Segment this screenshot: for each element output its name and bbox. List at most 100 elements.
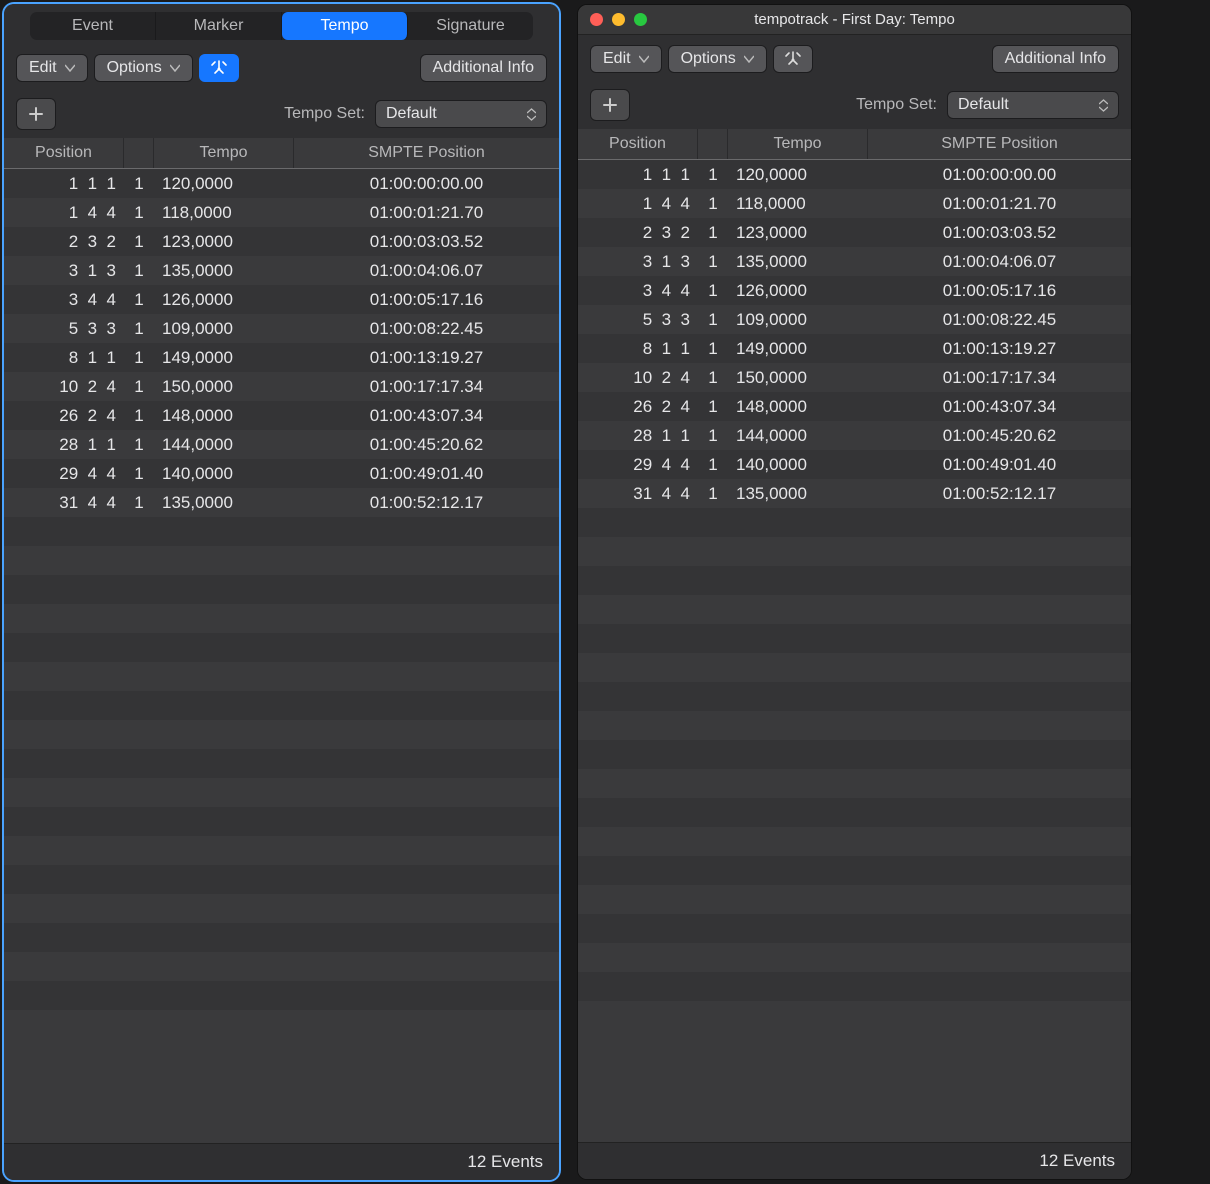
cell-sub[interactable]: 1 bbox=[698, 339, 728, 359]
cell-sub[interactable]: 1 bbox=[698, 455, 728, 475]
cell-position[interactable]: 1 1 1 bbox=[578, 165, 698, 185]
table-row[interactable]: 3 1 31135,000001:00:04:06.07 bbox=[578, 247, 1131, 276]
col-smpte[interactable]: SMPTE Position bbox=[868, 129, 1131, 159]
cell-position[interactable]: 28 1 1 bbox=[578, 426, 698, 446]
cell-smpte[interactable]: 01:00:01:21.70 bbox=[294, 203, 559, 223]
cell-smpte[interactable]: 01:00:43:07.34 bbox=[868, 397, 1131, 417]
tab-signature[interactable]: Signature bbox=[408, 12, 533, 40]
cell-smpte[interactable]: 01:00:00:00.00 bbox=[294, 174, 559, 194]
cell-smpte[interactable]: 01:00:08:22.45 bbox=[294, 319, 559, 339]
cell-sub[interactable]: 1 bbox=[124, 377, 154, 397]
cell-smpte[interactable]: 01:00:04:06.07 bbox=[294, 261, 559, 281]
cell-smpte[interactable]: 01:00:03:03.52 bbox=[294, 232, 559, 252]
cell-smpte[interactable]: 01:00:13:19.27 bbox=[868, 339, 1131, 359]
cell-smpte[interactable]: 01:00:43:07.34 bbox=[294, 406, 559, 426]
cell-tempo[interactable]: 144,0000 bbox=[154, 435, 294, 455]
cell-position[interactable]: 1 4 4 bbox=[4, 203, 124, 223]
table-row[interactable]: 26 2 41148,000001:00:43:07.34 bbox=[578, 392, 1131, 421]
cell-tempo[interactable]: 120,0000 bbox=[728, 165, 868, 185]
cell-smpte[interactable]: 01:00:05:17.16 bbox=[868, 281, 1131, 301]
table-row[interactable]: 3 4 41126,000001:00:05:17.16 bbox=[578, 276, 1131, 305]
cell-position[interactable]: 28 1 1 bbox=[4, 435, 124, 455]
table-row[interactable]: 10 2 41150,000001:00:17:17.34 bbox=[578, 363, 1131, 392]
table-row[interactable]: 1 1 11120,000001:00:00:00.00 bbox=[4, 169, 559, 198]
options-menu-button[interactable]: Options bbox=[94, 54, 193, 82]
tab-tempo[interactable]: Tempo bbox=[282, 12, 408, 40]
cell-tempo[interactable]: 118,0000 bbox=[154, 203, 294, 223]
cell-sub[interactable]: 1 bbox=[698, 310, 728, 330]
cell-position[interactable]: 8 1 1 bbox=[4, 348, 124, 368]
cell-smpte[interactable]: 01:00:45:20.62 bbox=[294, 435, 559, 455]
cell-position[interactable]: 1 1 1 bbox=[4, 174, 124, 194]
cell-sub[interactable]: 1 bbox=[124, 464, 154, 484]
table-row[interactable]: 28 1 11144,000001:00:45:20.62 bbox=[4, 430, 559, 459]
cell-smpte[interactable]: 01:00:13:19.27 bbox=[294, 348, 559, 368]
cell-sub[interactable]: 1 bbox=[698, 165, 728, 185]
col-sub[interactable] bbox=[124, 138, 154, 168]
cell-position[interactable]: 2 3 2 bbox=[4, 232, 124, 252]
cell-position[interactable]: 1 4 4 bbox=[578, 194, 698, 214]
window-titlebar[interactable]: tempotrack - First Day: Tempo bbox=[578, 5, 1131, 35]
cell-position[interactable]: 5 3 3 bbox=[578, 310, 698, 330]
cell-smpte[interactable]: 01:00:52:12.17 bbox=[294, 493, 559, 513]
additional-info-button[interactable]: Additional Info bbox=[420, 54, 547, 82]
table-row[interactable]: 5 3 31109,000001:00:08:22.45 bbox=[578, 305, 1131, 334]
cell-tempo[interactable]: 135,0000 bbox=[728, 484, 868, 504]
cell-tempo[interactable]: 109,0000 bbox=[154, 319, 294, 339]
link-toggle-button[interactable] bbox=[773, 45, 813, 73]
cell-position[interactable]: 10 2 4 bbox=[4, 377, 124, 397]
cell-tempo[interactable]: 126,0000 bbox=[728, 281, 868, 301]
col-smpte[interactable]: SMPTE Position bbox=[294, 138, 559, 168]
table-row[interactable]: 29 4 41140,000001:00:49:01.40 bbox=[4, 459, 559, 488]
table-row[interactable]: 31 4 41135,000001:00:52:12.17 bbox=[578, 479, 1131, 508]
cell-position[interactable]: 29 4 4 bbox=[4, 464, 124, 484]
table-row[interactable]: 1 1 11120,000001:00:00:00.00 bbox=[578, 160, 1131, 189]
cell-tempo[interactable]: 123,0000 bbox=[154, 232, 294, 252]
options-menu-button[interactable]: Options bbox=[668, 45, 767, 73]
table-row[interactable]: 5 3 31109,000001:00:08:22.45 bbox=[4, 314, 559, 343]
cell-smpte[interactable]: 01:00:52:12.17 bbox=[868, 484, 1131, 504]
cell-tempo[interactable]: 148,0000 bbox=[154, 406, 294, 426]
cell-sub[interactable]: 1 bbox=[124, 493, 154, 513]
cell-sub[interactable]: 1 bbox=[124, 406, 154, 426]
cell-sub[interactable]: 1 bbox=[124, 290, 154, 310]
cell-smpte[interactable]: 01:00:00:00.00 bbox=[868, 165, 1131, 185]
cell-smpte[interactable]: 01:00:08:22.45 bbox=[868, 310, 1131, 330]
cell-tempo[interactable]: 149,0000 bbox=[154, 348, 294, 368]
cell-sub[interactable]: 1 bbox=[124, 435, 154, 455]
table-row[interactable]: 10 2 41150,000001:00:17:17.34 bbox=[4, 372, 559, 401]
window-minimize-button[interactable] bbox=[612, 13, 625, 26]
cell-tempo[interactable]: 126,0000 bbox=[154, 290, 294, 310]
additional-info-button[interactable]: Additional Info bbox=[992, 45, 1119, 73]
cell-smpte[interactable]: 01:00:04:06.07 bbox=[868, 252, 1131, 272]
cell-tempo[interactable]: 109,0000 bbox=[728, 310, 868, 330]
cell-tempo[interactable]: 135,0000 bbox=[728, 252, 868, 272]
cell-position[interactable]: 3 1 3 bbox=[4, 261, 124, 281]
cell-position[interactable]: 26 2 4 bbox=[4, 406, 124, 426]
col-tempo[interactable]: Tempo bbox=[728, 129, 868, 159]
cell-smpte[interactable]: 01:00:01:21.70 bbox=[868, 194, 1131, 214]
cell-sub[interactable]: 1 bbox=[124, 348, 154, 368]
table-row[interactable]: 2 3 21123,000001:00:03:03.52 bbox=[578, 218, 1131, 247]
window-zoom-button[interactable] bbox=[634, 13, 647, 26]
cell-sub[interactable]: 1 bbox=[698, 484, 728, 504]
table-row[interactable]: 28 1 11144,000001:00:45:20.62 bbox=[578, 421, 1131, 450]
cell-smpte[interactable]: 01:00:17:17.34 bbox=[868, 368, 1131, 388]
table-row[interactable]: 1 4 41118,000001:00:01:21.70 bbox=[4, 198, 559, 227]
cell-position[interactable]: 29 4 4 bbox=[578, 455, 698, 475]
cell-tempo[interactable]: 144,0000 bbox=[728, 426, 868, 446]
cell-smpte[interactable]: 01:00:45:20.62 bbox=[868, 426, 1131, 446]
edit-menu-button[interactable]: Edit bbox=[590, 45, 662, 73]
cell-tempo[interactable]: 123,0000 bbox=[728, 223, 868, 243]
cell-position[interactable]: 3 4 4 bbox=[578, 281, 698, 301]
cell-tempo[interactable]: 149,0000 bbox=[728, 339, 868, 359]
cell-smpte[interactable]: 01:00:17:17.34 bbox=[294, 377, 559, 397]
cell-position[interactable]: 3 4 4 bbox=[4, 290, 124, 310]
cell-sub[interactable]: 1 bbox=[124, 174, 154, 194]
cell-tempo[interactable]: 148,0000 bbox=[728, 397, 868, 417]
window-close-button[interactable] bbox=[590, 13, 603, 26]
tab-marker[interactable]: Marker bbox=[156, 12, 282, 40]
col-tempo[interactable]: Tempo bbox=[154, 138, 294, 168]
link-toggle-button[interactable] bbox=[199, 54, 239, 82]
edit-menu-button[interactable]: Edit bbox=[16, 54, 88, 82]
